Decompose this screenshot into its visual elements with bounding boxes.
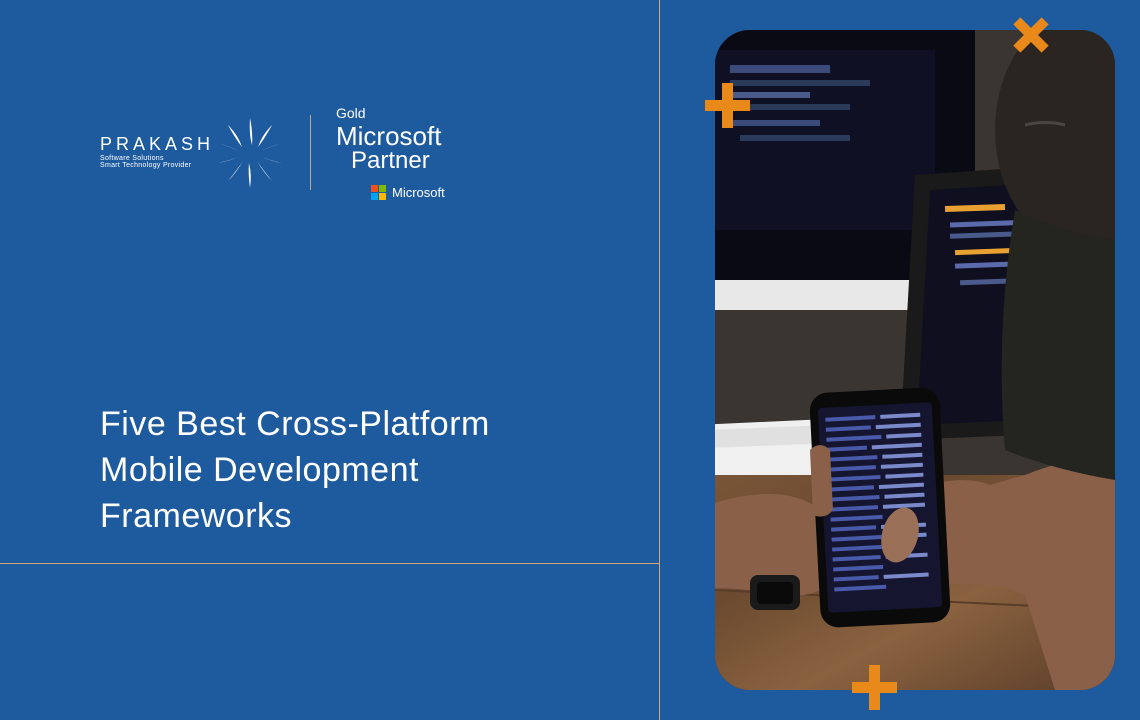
horizontal-line (0, 563, 659, 564)
partner-tier: Gold (336, 105, 445, 121)
partner-role: Partner (351, 149, 445, 173)
tagline-line1: Software Solutions (100, 155, 214, 162)
company-name: PRAKASH (100, 134, 214, 155)
prakash-logo: PRAKASH Software Solutions Smart Technol… (100, 108, 285, 198)
title-line1: Five Best Cross-Platform (100, 402, 490, 448)
microsoft-partner-badge: Gold Microsoft Partner Microsoft (336, 105, 445, 200)
logo-divider (310, 115, 311, 190)
logo-section: PRAKASH Software Solutions Smart Technol… (100, 105, 445, 200)
title-line2: Mobile Development (100, 448, 490, 494)
partner-footer-brand: Microsoft (392, 185, 445, 200)
sun-burst-icon (215, 108, 285, 198)
vertical-divider (659, 0, 660, 720)
partner-brand: Microsoft (336, 123, 445, 149)
microsoft-logo-icon (371, 185, 386, 200)
developer-illustration (715, 30, 1115, 690)
cross-icon (1006, 10, 1056, 60)
hero-image (715, 30, 1115, 690)
plus-icon (847, 660, 902, 715)
page-title: Five Best Cross-Platform Mobile Developm… (100, 402, 490, 540)
tagline-line2: Smart Technology Provider (100, 162, 214, 169)
plus-icon (700, 78, 755, 133)
title-line3: Frameworks (100, 494, 490, 540)
